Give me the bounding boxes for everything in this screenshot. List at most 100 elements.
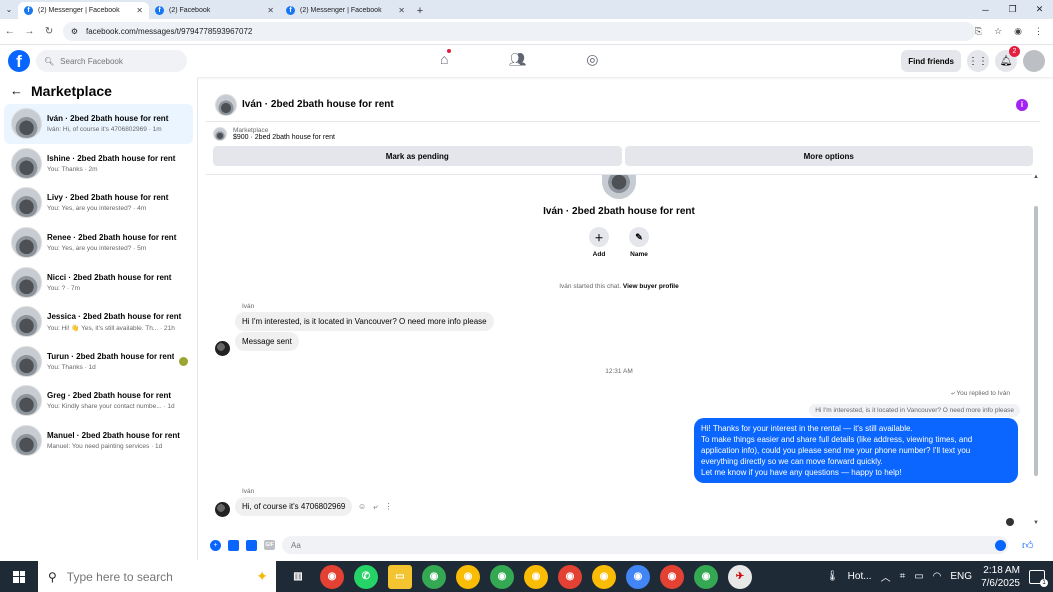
task-view-icon[interactable]: ▥	[286, 565, 310, 589]
weather-text[interactable]: Hot...	[848, 571, 872, 582]
chrome-icon[interactable]: ◉	[592, 564, 616, 589]
language-indicator[interactable]: ENG	[950, 571, 972, 582]
conversation-item[interactable]: Greg · 2bed 2bath house for rent You: Kin…	[4, 381, 193, 421]
conversation-item[interactable]: Turun · 2bed 2bath house for rent You: Th…	[4, 342, 193, 382]
friends-icon[interactable]: 👥︎	[508, 51, 526, 68]
profile-icon[interactable]: ◉	[1014, 26, 1022, 37]
conversation-item[interactable]: Nicci · 2bed 2bath house for rent You: ? …	[4, 262, 193, 302]
chat-scrollbar[interactable]: ▲ ▼	[1032, 174, 1040, 526]
facebook-logo-icon[interactable]: f	[8, 50, 30, 72]
minimize-icon[interactable]: ─	[972, 0, 999, 19]
chrome-icon[interactable]: ◉	[524, 564, 548, 589]
conversation-item[interactable]: Iván · 2bed 2bath house for rent Iván: Hi…	[4, 104, 193, 144]
emoji-icon[interactable]	[995, 539, 1006, 551]
browser-tab-2[interactable]: f (2) Facebook ✕	[149, 2, 280, 19]
chrome-icon[interactable]: ◉	[456, 564, 480, 589]
whatsapp-icon[interactable]: ✆	[354, 564, 378, 589]
more-actions-plus-icon[interactable]: +	[210, 539, 221, 551]
groups-icon[interactable]: ◎	[586, 51, 598, 68]
back-arrow-icon[interactable]: ←	[0, 26, 20, 37]
sender-avatar[interactable]	[215, 502, 230, 517]
conversation-item[interactable]: Livy · 2bed 2bath house for rent You: Yes…	[4, 183, 193, 223]
chrome-icon[interactable]: ◉	[320, 564, 344, 589]
battery-icon[interactable]: ▭	[914, 571, 923, 582]
conversation-item[interactable]: Manuel · 2bed 2bath house for rent Manuel…	[4, 421, 193, 461]
reload-icon[interactable]: ↻	[39, 26, 59, 37]
chrome-icon[interactable]: ◉	[422, 564, 446, 589]
gif-icon[interactable]: GIF	[264, 540, 275, 550]
notifications-bell-icon[interactable]: 🔔︎ 2	[995, 46, 1020, 72]
tab-search-chevron-icon[interactable]: ⌄	[0, 0, 18, 19]
maximize-icon[interactable]: ❐	[999, 0, 1026, 19]
thumbs-up-icon[interactable]: 👍︎	[1022, 539, 1034, 552]
forward-arrow-icon[interactable]: →	[20, 26, 40, 37]
message-list[interactable]: Iván · 2bed 2bath house for rent ＋ Add ✎ N…	[206, 174, 1032, 526]
scrollbar-thumb[interactable]	[1034, 206, 1038, 476]
quoted-message[interactable]: Hi I'm interested, is it located in Vanc…	[809, 404, 1020, 417]
chrome-icon[interactable]: ◉	[660, 564, 684, 589]
close-window-icon[interactable]: ✕	[1026, 0, 1053, 19]
conversation-item[interactable]: Jessica · 2bed 2bath house for rent You: …	[4, 302, 193, 342]
clock[interactable]: 2:18 AM 7/6/2025	[981, 564, 1020, 590]
taskbar-search[interactable]: ⚲ ✦	[38, 561, 276, 592]
more-icon[interactable]: ⋮	[385, 502, 393, 512]
incoming-message[interactable]: Message sent	[235, 332, 299, 351]
file-explorer-icon[interactable]: ▭	[388, 564, 412, 589]
listing-summary[interactable]: Marketplace $900 · 2bed 2bath house for …	[206, 122, 1040, 146]
add-people-button[interactable]: ＋ Add	[589, 227, 609, 258]
view-buyer-profile-link[interactable]: View buyer profile	[623, 283, 679, 290]
message-input[interactable]	[282, 536, 1008, 554]
taskbar-search-input[interactable]	[66, 569, 207, 584]
wifi-icon[interactable]: ◠	[933, 571, 942, 582]
scroll-up-icon[interactable]: ▲	[1033, 174, 1039, 180]
started-text: Iván started this chat.	[559, 283, 622, 290]
device-icon[interactable]: ⌗	[900, 571, 906, 582]
listing-actions: Mark as pending More options	[206, 146, 1040, 166]
facebook-search-input[interactable]	[60, 56, 171, 66]
home-icon[interactable]: ⌂	[440, 49, 452, 68]
find-friends-button[interactable]: Find friends	[901, 50, 961, 72]
chrome-icon[interactable]: ◉	[490, 564, 514, 589]
pinned-app-icon[interactable]: ✈	[728, 564, 752, 589]
chrome-icon[interactable]: ◉	[626, 564, 650, 589]
close-tab-icon[interactable]: ✕	[136, 6, 143, 15]
browser-menu-icon[interactable]: ⋮	[1034, 26, 1043, 37]
account-avatar[interactable]	[1023, 50, 1045, 72]
conversation-item[interactable]: Renee · 2bed 2bath house for rent You: Ye…	[4, 223, 193, 263]
sticker-icon[interactable]	[246, 539, 257, 551]
outgoing-message[interactable]: Hi! Thanks for your interest in the rent…	[694, 418, 1018, 483]
notification-center-icon[interactable]: 1	[1029, 569, 1048, 587]
edit-name-button[interactable]: ✎ Name	[629, 227, 649, 258]
browser-tab-3[interactable]: f (2) Messenger | Facebook ✕	[280, 2, 411, 19]
back-arrow-icon[interactable]: ←	[10, 83, 23, 98]
copilot-sparkle-icon[interactable]: ✦	[256, 568, 268, 585]
attach-image-icon[interactable]	[228, 539, 239, 551]
chrome-icon[interactable]: ◉	[558, 564, 582, 589]
info-icon[interactable]: i	[1016, 98, 1028, 111]
browser-tab-1[interactable]: f (2) Messenger | Facebook ✕	[18, 2, 149, 19]
bookmark-star-icon[interactable]: ☆	[994, 26, 1002, 37]
reply-icon[interactable]: ⤶	[373, 502, 377, 512]
url-field[interactable]: ⚙ facebook.com/messages/t/97947785939670…	[62, 22, 975, 41]
more-options-button[interactable]: More options	[624, 146, 1033, 166]
menu-grid-icon[interactable]: ⋮⋮	[967, 50, 989, 72]
mark-pending-button[interactable]: Mark as pending	[213, 146, 622, 166]
react-emoji-icon[interactable]: ☺	[358, 502, 366, 512]
conversation-preview: Iván: Hi, of course it's 4706802969 · 1m	[47, 126, 162, 134]
chat-title[interactable]: Iván · 2bed 2bath house for rent	[242, 99, 394, 110]
incoming-message[interactable]: Hi, of course it's 4706802969	[235, 497, 353, 516]
incoming-message[interactable]: Hi I'm interested, is it located in Vanc…	[235, 312, 494, 331]
close-tab-icon[interactable]: ✕	[267, 6, 274, 15]
facebook-search-box[interactable]: 🔍︎	[36, 50, 187, 72]
scroll-down-icon[interactable]: ▼	[1033, 520, 1039, 526]
chat-thumbnail[interactable]	[215, 93, 237, 116]
site-info-icon[interactable]: ⚙	[71, 27, 78, 36]
chrome-icon[interactable]: ◉	[694, 564, 718, 589]
new-tab-button[interactable]: +	[411, 2, 429, 19]
start-button[interactable]	[0, 561, 38, 592]
conversation-item[interactable]: Ishine · 2bed 2bath house for rent You: T…	[4, 144, 193, 184]
install-app-icon[interactable]: ⎘	[975, 26, 982, 37]
sender-avatar[interactable]	[215, 341, 230, 356]
close-tab-icon[interactable]: ✕	[398, 6, 405, 15]
chevron-up-icon[interactable]: ︿	[881, 569, 891, 584]
